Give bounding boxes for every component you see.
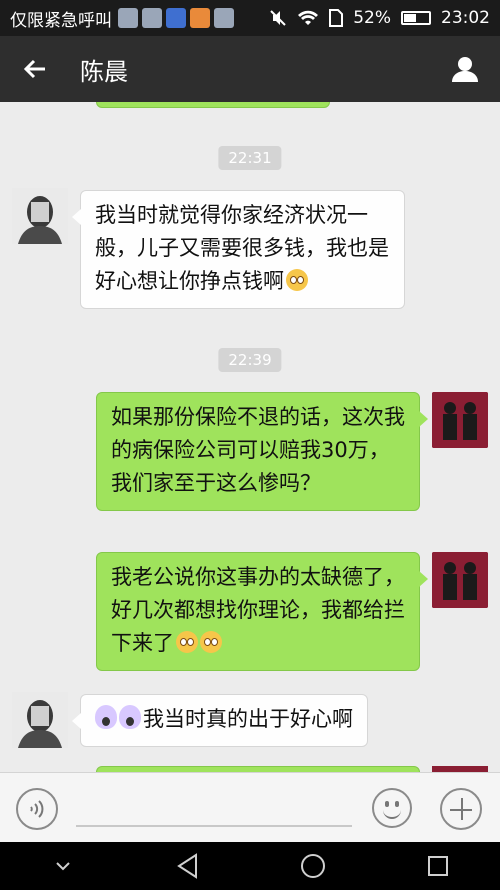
notification-icon: [214, 8, 234, 28]
notification-icon: [190, 8, 210, 28]
avatar[interactable]: [432, 552, 488, 608]
message-bubble[interactable]: 我老公说你这事办的太缺德了，好几次都想找你理论，我都给拦下来了: [96, 552, 428, 671]
flushed-emoji-icon: [286, 269, 308, 291]
flushed-emoji-icon: [176, 631, 198, 653]
input-bar: [0, 772, 500, 842]
page-title: 陈晨: [80, 57, 128, 86]
message-text: 我当时真的出于好心啊: [143, 707, 353, 731]
message-input[interactable]: [76, 825, 352, 827]
chat-header: 陈晨: [0, 36, 500, 102]
system-nav-bar: [0, 842, 500, 890]
nav-recents-button[interactable]: [408, 842, 468, 890]
notification-icon: [142, 8, 162, 28]
message-bubble-partial: [96, 102, 330, 108]
message-text: 我老公说你这事办的太缺德了，好几次都想找你理论，我都给拦下来了: [111, 565, 405, 655]
contact-avatar-image: [12, 188, 68, 244]
message-bubble[interactable]: 我当时就觉得你家经济状况一般，儿子又需要很多钱，我也是好心想让你挣点钱啊: [72, 190, 405, 309]
notification-icons: [118, 8, 234, 28]
nav-home-button[interactable]: [283, 842, 343, 890]
user-avatar-image: [432, 552, 488, 608]
emoji-icon: [385, 801, 389, 807]
message-bubble[interactable]: 我当时真的出于好心啊: [72, 694, 368, 747]
more-button[interactable]: [440, 788, 482, 830]
triangle-back-icon: [176, 853, 197, 879]
message-bubble[interactable]: 如果那份保险不退的话，这次我的病保险公司可以赔我30万，我们家至于这么惨吗？: [96, 392, 428, 511]
hide-keyboard-button[interactable]: [33, 842, 93, 890]
flushed-emoji-icon: [200, 631, 222, 653]
message-text: 如果那份保险不退的话，这次我的病保险公司可以赔我30万，我们家至于这么惨吗？: [111, 405, 405, 495]
chat-info-button[interactable]: [430, 36, 500, 102]
contact-avatar-image: [12, 692, 68, 748]
avatar[interactable]: [12, 188, 68, 244]
scream-emoji-icon: [119, 705, 141, 729]
circle-home-icon: [300, 854, 325, 878]
battery-percent: 52%: [353, 8, 391, 28]
message-list[interactable]: 22:31 我当时就觉得你家经济状况一般，儿子又需要很多钱，我也是好心想让你挣点…: [0, 102, 500, 772]
notification-icon: [118, 8, 138, 28]
mute-icon: [270, 10, 286, 26]
voice-icon: [30, 800, 44, 818]
person-icon: [452, 57, 478, 82]
clock: 23:02: [441, 8, 490, 28]
battery-icon: [401, 11, 431, 25]
carrier-text: 仅限紧急呼叫: [10, 10, 112, 31]
emoji-icon: [383, 810, 401, 819]
message-text: 我当时就觉得你家经济状况一般，儿子又需要很多钱，我也是好心想让你挣点钱啊: [95, 203, 389, 293]
chevron-down-icon: [55, 862, 70, 871]
battery-fill: [404, 14, 417, 22]
square-recents-icon: [427, 856, 448, 876]
emoji-button[interactable]: [372, 788, 412, 828]
timestamp: 22:31: [218, 146, 282, 170]
sim-icon: [329, 9, 344, 27]
emoji-icon: [395, 801, 399, 807]
scream-emoji-icon: [95, 705, 117, 729]
wifi-icon: [298, 10, 319, 25]
back-arrow-icon: [23, 59, 45, 79]
notification-icon: [166, 8, 186, 28]
voice-button[interactable]: [16, 788, 58, 830]
avatar[interactable]: [12, 692, 68, 748]
avatar[interactable]: [432, 392, 488, 448]
nav-back-button[interactable]: [158, 842, 218, 890]
user-avatar-image: [432, 392, 488, 448]
status-bar: 仅限紧急呼叫 52% 23:02: [0, 0, 500, 36]
back-button[interactable]: [0, 36, 70, 102]
timestamp: 22:39: [218, 348, 282, 372]
